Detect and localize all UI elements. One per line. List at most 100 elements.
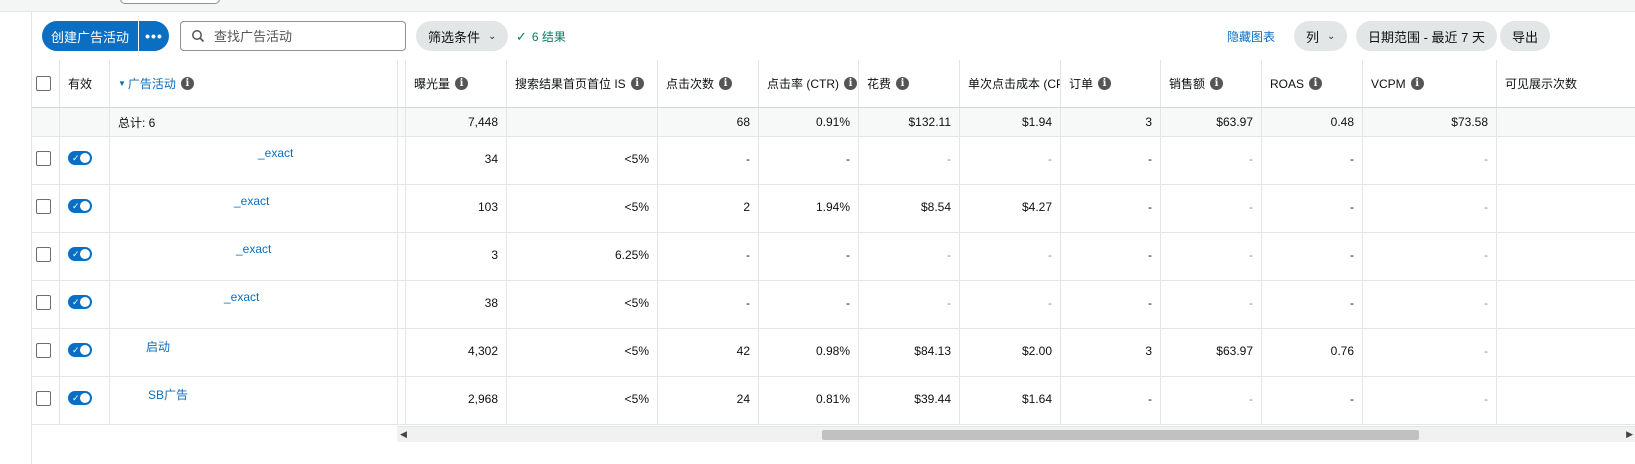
- toolbar: 创建广告活动 ••• 筛选条件 ⌄ ✓ 6 结果 隐藏图表 列 ⌄ 日期范围 -…: [32, 12, 1635, 62]
- campaign-active-toggle[interactable]: ✓: [68, 247, 92, 261]
- info-icon[interactable]: i: [630, 77, 644, 90]
- row-ctr: -: [759, 281, 859, 328]
- row-vcpm: -: [1363, 233, 1497, 280]
- header-clicks[interactable]: 点击次数 i: [658, 60, 759, 108]
- info-icon[interactable]: i: [896, 77, 910, 90]
- campaign-active-toggle[interactable]: ✓: [68, 343, 92, 357]
- campaign-name-link[interactable]: 启动: [146, 338, 170, 376]
- filter-dropdown[interactable]: 筛选条件 ⌄: [416, 21, 509, 51]
- row-checkbox[interactable]: [36, 295, 51, 310]
- totals-row: 总计: 6 7,448 68 0.91% $132.11 $1.94 3 $63…: [32, 108, 1635, 137]
- header-sales[interactable]: 销售额 i: [1161, 60, 1262, 108]
- filter-label: 筛选条件: [428, 29, 481, 45]
- row-checkbox[interactable]: [36, 391, 51, 406]
- columns-dropdown[interactable]: 列 ⌄: [1294, 21, 1348, 51]
- table-row: ✓ SB广告 2,968 <5% 24 0.81% $39.44 $1.64- - - -: [32, 377, 1635, 425]
- row-cpc: -: [960, 137, 1061, 184]
- date-range-button[interactable]: 日期范围 - 最近 7 天: [1356, 21, 1498, 51]
- search-input[interactable]: [212, 27, 392, 45]
- row-impressions: 2,968: [406, 377, 507, 424]
- row-roas: -: [1262, 137, 1363, 184]
- totals-sales: $63.97: [1161, 108, 1262, 136]
- row-vcpm: -: [1363, 185, 1497, 232]
- totals-active-cell: [60, 108, 110, 136]
- campaign-name-link[interactable]: _exact: [224, 290, 259, 328]
- check-icon: ✓: [72, 393, 80, 403]
- row-viewable: [1497, 329, 1635, 376]
- results-label: 6 结果: [531, 30, 566, 44]
- header-resize-gap: [398, 60, 406, 108]
- row-select-cell: [32, 233, 60, 280]
- row-gap: [398, 185, 406, 232]
- totals-ctr: 0.91%: [759, 108, 859, 136]
- row-gap: [398, 329, 406, 376]
- row-sales: -: [1161, 281, 1262, 328]
- row-cpc: $2.00: [960, 329, 1061, 376]
- row-gap: [398, 377, 406, 424]
- row-ctr: -: [759, 233, 859, 280]
- row-sales: -: [1161, 185, 1262, 232]
- campaign-active-toggle[interactable]: ✓: [68, 295, 92, 309]
- info-icon[interactable]: i: [1210, 77, 1224, 90]
- row-orders: -: [1061, 233, 1161, 280]
- row-campaign-cell: SB广告: [110, 377, 398, 424]
- info-icon[interactable]: i: [844, 77, 857, 90]
- campaign-active-toggle[interactable]: ✓: [68, 199, 92, 213]
- row-cpc: -: [960, 281, 1061, 328]
- row-cpc: $4.27: [960, 185, 1061, 232]
- header-cpc[interactable]: 单次点击成本 (CPC): [960, 60, 1061, 108]
- header-top-of-search[interactable]: 搜索结果首页首位 IS i: [507, 60, 658, 108]
- row-checkbox[interactable]: [36, 343, 51, 358]
- scroll-right-icon[interactable]: ▶: [1626, 429, 1633, 440]
- tab-nub[interactable]: [120, 0, 220, 4]
- header-vcpm[interactable]: VCPM i: [1363, 60, 1497, 108]
- campaign-name-link[interactable]: SB广告: [148, 386, 188, 424]
- select-all-checkbox[interactable]: [36, 76, 51, 91]
- row-ctr: 0.98%: [759, 329, 859, 376]
- info-icon[interactable]: i: [1410, 77, 1424, 90]
- table-row: ✓ _exact 34 <5% - - - - - - - -: [32, 137, 1635, 185]
- scroll-left-icon[interactable]: ◀: [400, 429, 407, 440]
- scrollbar-thumb[interactable]: [822, 430, 1419, 440]
- info-icon[interactable]: i: [1098, 77, 1112, 90]
- row-gap: [398, 233, 406, 280]
- totals-vcpm: $73.58: [1363, 108, 1497, 136]
- row-vcpm: -: [1363, 281, 1497, 328]
- info-icon[interactable]: i: [719, 77, 733, 90]
- row-spend: $8.54: [859, 185, 960, 232]
- header-campaign[interactable]: ▼ 广告活动 i: [110, 60, 398, 108]
- campaign-search-field[interactable]: [180, 21, 406, 51]
- table-row: ✓ _exact 103 <5% 2 1.94% $8.54 $4.27- - - -: [32, 185, 1635, 233]
- row-top-of-search-is: <5%: [507, 377, 658, 424]
- campaign-active-toggle[interactable]: ✓: [68, 151, 92, 165]
- campaign-name-link[interactable]: _exact: [236, 242, 271, 280]
- info-icon[interactable]: i: [1309, 77, 1323, 90]
- row-clicks: 2: [658, 185, 759, 232]
- row-gap: [398, 281, 406, 328]
- header-impressions[interactable]: 曝光量 i: [406, 60, 507, 108]
- hide-chart-link[interactable]: 隐藏图表: [1227, 28, 1275, 45]
- header-orders[interactable]: 订单 i: [1061, 60, 1161, 108]
- create-campaign-button[interactable]: 创建广告活动: [42, 21, 138, 51]
- campaign-name-link[interactable]: _exact: [258, 146, 293, 184]
- info-icon[interactable]: i: [180, 77, 194, 90]
- row-checkbox[interactable]: [36, 247, 51, 262]
- row-checkbox[interactable]: [36, 151, 51, 166]
- row-spend: $39.44: [859, 377, 960, 424]
- row-top-of-search-is: <5%: [507, 281, 658, 328]
- totals-top-of-search: [507, 108, 658, 136]
- header-ctr[interactable]: 点击率 (CTR) i: [759, 60, 859, 108]
- row-select-cell: [32, 137, 60, 184]
- row-checkbox[interactable]: [36, 199, 51, 214]
- more-actions-button[interactable]: •••: [139, 21, 169, 51]
- campaign-name-link[interactable]: _exact: [234, 194, 269, 232]
- header-spend[interactable]: 花费 i: [859, 60, 960, 108]
- header-roas[interactable]: ROAS i: [1262, 60, 1363, 108]
- info-icon[interactable]: i: [455, 77, 469, 90]
- campaign-active-toggle[interactable]: ✓: [68, 391, 92, 405]
- check-icon: ✓: [72, 201, 80, 211]
- header-viewable[interactable]: 可见展示次数: [1497, 60, 1635, 108]
- row-orders: -: [1061, 185, 1161, 232]
- export-button[interactable]: 导出: [1500, 21, 1551, 51]
- horizontal-scrollbar[interactable]: ◀ ▶: [397, 426, 1635, 442]
